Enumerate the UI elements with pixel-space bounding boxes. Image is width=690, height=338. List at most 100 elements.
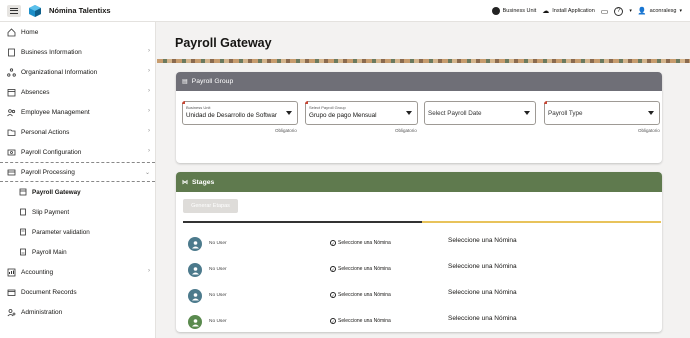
stage-text: Seleccione una Nómina (448, 237, 517, 244)
stages-title: Stages (192, 178, 215, 186)
sidebar-subitem-label: Payroll Main (32, 248, 67, 256)
dropdown-arrow-icon (286, 111, 292, 115)
sidebar-item-payroll-configuration[interactable]: Payroll Configuration › (0, 142, 155, 162)
dropdown-arrow-icon (406, 111, 412, 115)
business-unit-select[interactable]: Business Unit Unidad de Desarrollo de So… (182, 101, 298, 125)
payroll-group-card: ▤ Payroll Group Business Unit Unidad de … (176, 72, 662, 163)
avatar (188, 315, 202, 329)
sidebar-item-label: Payroll Processing (21, 168, 75, 176)
document-icon (7, 288, 16, 297)
payroll-type-placeholder: Payroll Type (548, 110, 583, 117)
payroll-type-select[interactable]: Payroll Type (544, 101, 660, 125)
check-circle-icon: ✓ (330, 266, 336, 272)
sidebar: Home Business Information › Organization… (0, 22, 156, 338)
sidebar-item-label: Accounting (21, 268, 54, 276)
check-circle-icon: ✓ (330, 240, 336, 246)
select-payroll-status: ✓ Seleccione una Nómina (330, 318, 391, 324)
cloud-download-icon: ☁ (542, 8, 550, 15)
sidebar-item-label: Absences (21, 88, 50, 96)
chat-icon[interactable]: ▭ (601, 7, 609, 16)
payroll-group-field-label: Select Payroll Group (309, 105, 346, 110)
help-icon[interactable]: ? (614, 6, 624, 16)
user-avatar-icon (191, 266, 199, 274)
sidebar-item-document-records[interactable]: Document Records (0, 282, 155, 302)
payroll-icon (7, 168, 16, 177)
business-unit-value: Unidad de Desarrollo de Softwar (186, 112, 278, 119)
install-application-button[interactable]: ☁ Install Application (542, 7, 595, 15)
folder-icon (7, 128, 16, 137)
status-label: Seleccione una Nómina (338, 292, 391, 298)
stage-row: No User ✓ Seleccione una Nómina Seleccione … (176, 260, 662, 280)
building-icon (7, 48, 16, 57)
select-payroll-status: ✓ Seleccione una Nómina (330, 266, 391, 272)
status-label: Seleccione una Nómina (338, 240, 391, 246)
sidebar-item-organizational-information[interactable]: Organizational Information › (0, 62, 155, 82)
sidebar-item-label: Organizational Information (21, 68, 98, 76)
stage-row: No User ✓ Seleccione una Nómina Seleccione … (176, 234, 662, 254)
top-bar: Nómina Talentixs Business Unit ☁ Install… (0, 0, 690, 22)
stages-progress-bar (183, 221, 661, 223)
user-menu[interactable]: 👤 aconralesg ▾ (638, 7, 682, 15)
sidebar-item-business-information[interactable]: Business Information › (0, 42, 155, 62)
sidebar-item-home[interactable]: Home (0, 22, 155, 42)
user-avatar-icon (191, 292, 199, 300)
user-avatar-icon (191, 240, 199, 248)
chevron-right-icon: › (148, 108, 150, 114)
stages-header: ⋈ Stages (176, 172, 662, 192)
sidebar-subitem-parameter-validation[interactable]: Parameter validation (0, 222, 155, 242)
user-label: No User (209, 319, 227, 324)
stages-card: ⋈ Stages Generar Etapas No User ✓ Seleccio… (176, 172, 662, 332)
stages-icon: ⋈ (182, 179, 188, 186)
required-label: Obligatorio (395, 128, 417, 133)
payroll-group-select[interactable]: Select Payroll Group Grupo de pago Mensu… (305, 101, 418, 125)
chevron-down-icon: ⌄ (144, 170, 150, 176)
payroll-group-header: ▤ Payroll Group (176, 72, 662, 91)
help-chevron-down-icon[interactable]: ▾ (629, 8, 632, 14)
parameter-icon (19, 228, 27, 236)
payroll-main-icon (19, 248, 27, 256)
employees-icon (7, 108, 16, 117)
sidebar-subitem-slip-payment[interactable]: Slip Payment (0, 202, 155, 222)
progress-fill (183, 221, 422, 223)
stage-text: Seleccione una Nómina (448, 289, 517, 296)
sidebar-subitem-label: Payroll Gateway (32, 188, 81, 196)
sidebar-item-payroll-processing[interactable]: Payroll Processing ⌄ (0, 162, 155, 182)
sidebar-subitem-label: Slip Payment (32, 208, 70, 216)
chevron-right-icon: › (148, 88, 150, 94)
sidebar-item-absences[interactable]: Absences › (0, 82, 155, 102)
user-avatar-icon (191, 318, 199, 326)
chevron-right-icon: › (148, 128, 150, 134)
calendar-icon (7, 88, 16, 97)
payroll-date-select[interactable]: Select Payroll Date (424, 101, 536, 125)
status-label: Seleccione una Nómina (338, 266, 391, 272)
sidebar-item-employee-management[interactable]: Employee Management › (0, 102, 155, 122)
business-unit-icon (491, 7, 500, 15)
app-title: Nómina Talentixs (49, 6, 111, 15)
required-label: Obligatorio (275, 128, 297, 133)
menu-icon[interactable] (7, 4, 21, 17)
sidebar-item-personal-actions[interactable]: Personal Actions › (0, 122, 155, 142)
sidebar-item-label: Personal Actions (21, 128, 70, 136)
business-unit-button[interactable]: Business Unit (491, 7, 536, 15)
main-content: Payroll Gateway ▤ Payroll Group Business… (157, 22, 690, 338)
page-title: Payroll Gateway (175, 36, 272, 50)
payroll-group-icon: ▤ (182, 79, 188, 85)
status-label: Seleccione una Nómina (338, 318, 391, 324)
stage-row: No User ✓ Seleccione una Nómina Seleccione … (176, 286, 662, 306)
required-marker (182, 101, 185, 104)
stage-text: Seleccione una Nómina (448, 263, 517, 270)
sidebar-subitem-payroll-gateway[interactable]: Payroll Gateway (0, 182, 155, 202)
avatar (188, 237, 202, 251)
user-chevron-down-icon: ▾ (679, 8, 682, 14)
config-icon (7, 148, 16, 157)
generate-stages-button[interactable]: Generar Etapas (183, 199, 238, 213)
sidebar-item-administration[interactable]: Administration (0, 302, 155, 322)
sidebar-item-label: Business Information (21, 48, 82, 56)
sidebar-subitem-label: Parameter validation (32, 228, 90, 236)
user-label: No User (209, 241, 227, 246)
sidebar-item-label: Administration (21, 308, 63, 316)
required-marker (544, 101, 547, 104)
sidebar-subitem-payroll-main[interactable]: Payroll Main (0, 242, 155, 262)
sidebar-item-label: Employee Management (21, 108, 90, 116)
sidebar-item-accounting[interactable]: Accounting › (0, 262, 155, 282)
